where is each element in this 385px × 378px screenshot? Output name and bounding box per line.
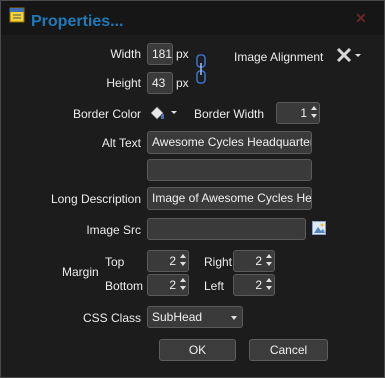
spin-arrows-icon[interactable] [264, 276, 273, 294]
spin-arrows-icon[interactable] [178, 276, 187, 294]
height-unit: px [176, 76, 189, 90]
margin-right-stepper[interactable]: 2 [233, 250, 275, 272]
css-class-label: CSS Class [82, 311, 141, 325]
margin-bottom-value: 2 [169, 278, 176, 292]
ok-button[interactable]: OK [159, 339, 236, 361]
image-alignment-label: Image Alignment [234, 50, 324, 64]
width-unit: px [176, 47, 189, 61]
margin-left-stepper[interactable]: 2 [233, 274, 275, 296]
image-browse-icon[interactable] [312, 221, 326, 235]
alt-text-label: Alt Text [101, 136, 141, 150]
css-class-value: SubHead [152, 310, 203, 324]
title-bar[interactable]: Properties... ✕ [1, 1, 384, 35]
paint-bucket-icon[interactable] [150, 105, 181, 121]
margin-top-value: 2 [169, 254, 176, 268]
width-label: Width [110, 47, 141, 61]
width-input[interactable]: 181 [147, 43, 173, 65]
spin-arrows-icon[interactable] [264, 252, 273, 270]
close-icon[interactable]: ✕ [355, 10, 367, 27]
margin-top-label: Top [105, 255, 125, 269]
margin-label: Margin [62, 265, 99, 279]
margin-bottom-label: Bottom [105, 279, 144, 293]
chain-link-icon[interactable] [194, 53, 208, 85]
long-description-label: Long Description [50, 192, 141, 206]
spin-arrows-icon[interactable] [178, 252, 187, 270]
properties-dialog: Properties... ✕ Width 181 px Height 43 p… [0, 0, 385, 378]
alt-text-input[interactable]: Awesome Cycles Headquarters [147, 131, 312, 154]
css-class-select[interactable]: SubHead [147, 306, 243, 328]
height-input[interactable]: 43 [147, 72, 173, 94]
height-label: Height [106, 76, 141, 90]
border-color-label: Border Color [72, 107, 141, 121]
dialog-title: Properties... [31, 13, 124, 30]
long-description-input[interactable]: Image of Awesome Cycles Headquarters [147, 187, 312, 210]
spin-arrows-icon[interactable] [309, 104, 318, 122]
margin-bottom-stepper[interactable]: 2 [147, 274, 189, 296]
margin-top-stepper[interactable]: 2 [147, 250, 189, 272]
border-width-stepper[interactable]: 1 [276, 102, 320, 124]
margin-right-label: Right [204, 255, 233, 269]
border-width-value: 1 [300, 106, 307, 120]
chevron-down-icon [231, 316, 237, 320]
image-src-input[interactable] [147, 218, 306, 240]
margin-left-label: Left [204, 279, 225, 293]
border-width-label: Border Width [194, 107, 265, 121]
alignment-none-icon[interactable] [335, 46, 365, 66]
cancel-button[interactable]: Cancel [249, 339, 328, 361]
properties-icon [9, 7, 25, 23]
margin-right-value: 2 [255, 254, 262, 268]
margin-left-value: 2 [255, 278, 262, 292]
image-src-label: Image Src [86, 223, 141, 237]
alt-text-secondary-input[interactable] [147, 159, 312, 181]
